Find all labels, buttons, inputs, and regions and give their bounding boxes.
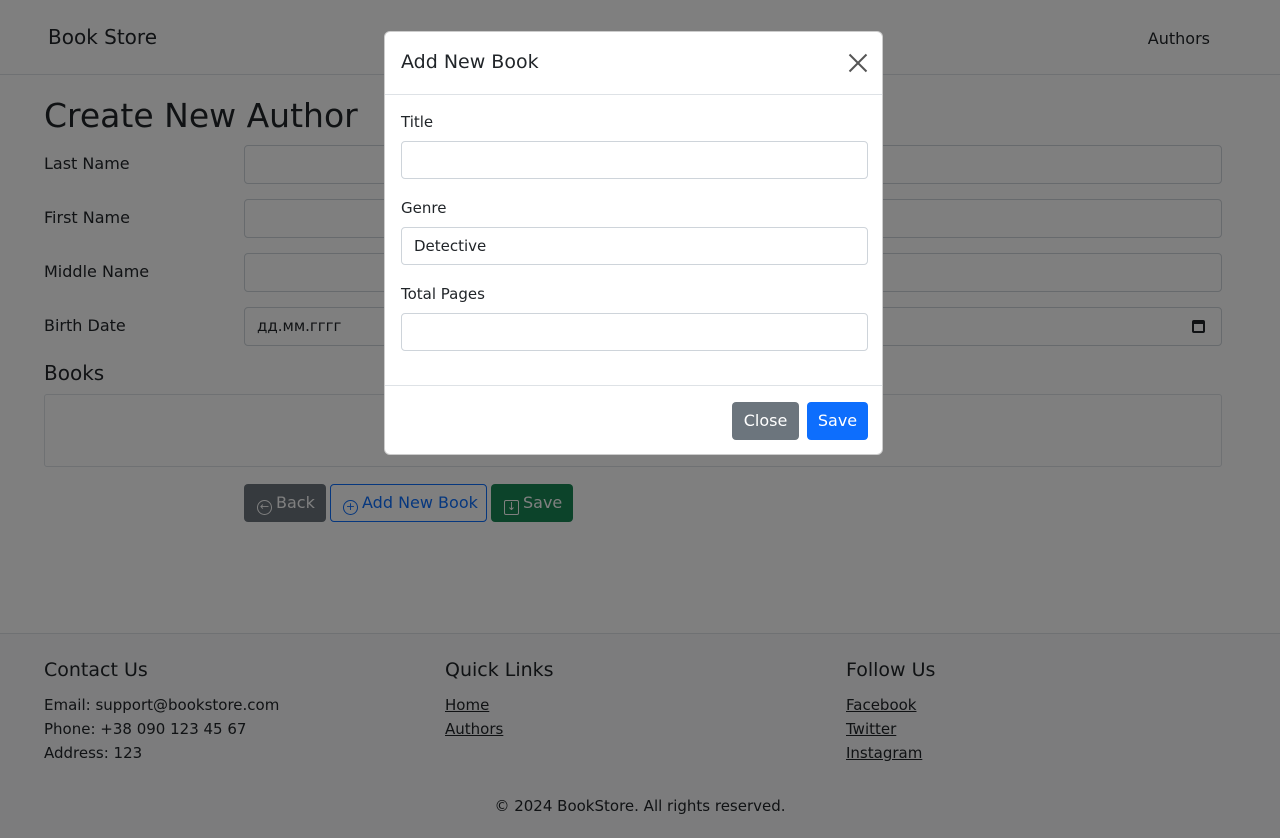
total-pages-field: Total Pages bbox=[401, 285, 868, 351]
book-title-label: Title bbox=[401, 113, 434, 131]
modal-footer: Close Save bbox=[385, 385, 882, 455]
total-pages-label: Total Pages bbox=[401, 285, 485, 303]
total-pages-input[interactable] bbox=[401, 313, 868, 351]
close-icon[interactable] bbox=[848, 53, 868, 73]
genre-field: Genre Detective bbox=[401, 199, 868, 265]
add-book-modal: Add New Book Title Genre Detective Total… bbox=[384, 31, 883, 455]
modal-close-button[interactable]: Close bbox=[732, 402, 799, 440]
modal-title: Add New Book bbox=[401, 51, 539, 73]
genre-input[interactable]: Detective bbox=[401, 227, 868, 265]
modal-header: Add New Book bbox=[385, 32, 882, 95]
book-title-input[interactable] bbox=[401, 141, 868, 179]
modal-save-button[interactable]: Save bbox=[807, 402, 868, 440]
genre-label: Genre bbox=[401, 199, 447, 217]
page: Book Store Authors Create New Author Las… bbox=[0, 0, 1280, 838]
book-title-field: Title bbox=[401, 113, 868, 179]
